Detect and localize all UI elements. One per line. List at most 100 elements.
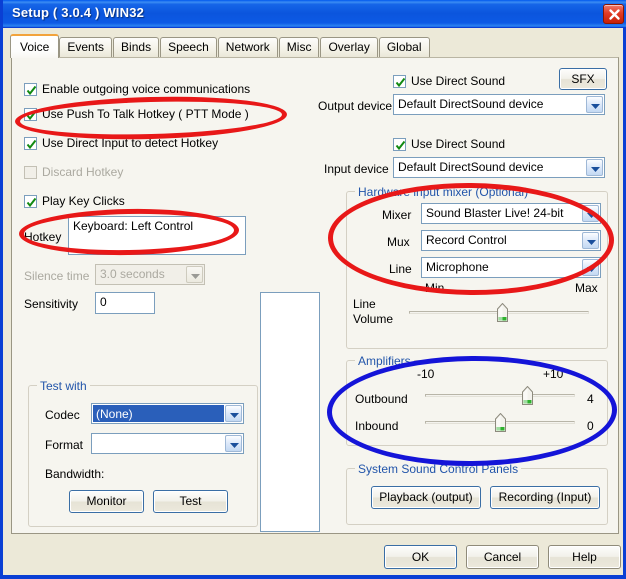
line-volume-label-1: Line — [353, 297, 376, 311]
format-label: Format — [45, 438, 84, 452]
slider-thumb[interactable] — [494, 412, 506, 432]
mixer-label: Mixer — [382, 208, 412, 222]
chevron-down-icon — [586, 159, 603, 176]
slider-track — [425, 394, 575, 397]
checkbox-box — [393, 75, 406, 88]
test-button[interactable]: Test — [153, 490, 228, 513]
tab-network[interactable]: Network — [217, 37, 278, 58]
tab-speech[interactable]: Speech — [160, 37, 217, 58]
amplifier-min-label: -10 — [417, 367, 435, 381]
line-volume-min-label: Min — [425, 281, 445, 295]
silence-time-label: Silence time — [24, 269, 90, 283]
chevron-down-icon — [582, 205, 599, 222]
output-device-combo[interactable]: Default DirectSound device — [393, 94, 605, 115]
checkbox-label: Use Direct Sound — [411, 137, 506, 151]
sensitivity-input[interactable]: 0 — [95, 292, 155, 314]
amplifiers-caption: Amplifiers — [355, 354, 414, 368]
output-device-value: Default DirectSound device — [398, 97, 544, 111]
voice-tab-page: Enable outgoing voice communications Use… — [11, 57, 619, 534]
checkbox-box — [24, 166, 37, 179]
outbound-value: 4 — [587, 392, 594, 406]
line-label: Line — [389, 262, 412, 276]
chevron-down-icon — [586, 96, 603, 113]
input-device-value: Default DirectSound device — [398, 160, 544, 174]
test-with-group: Test with Codec (None) Format Bandwidth:… — [28, 379, 258, 527]
amplifier-max-label: +10 — [543, 367, 564, 381]
close-icon[interactable] — [603, 4, 624, 24]
silence-time-combo: 3.0 seconds — [95, 264, 205, 285]
sensitivity-label: Sensitivity — [24, 297, 79, 311]
voice-activity-listbox[interactable] — [260, 292, 320, 532]
tab-misc[interactable]: Misc — [278, 37, 320, 58]
hardware-input-mixer-group: Hardware input mixer (Optional) Mixer So… — [346, 185, 608, 349]
sensitivity-value: 0 — [100, 295, 107, 309]
hotkey-label: Hotkey — [24, 230, 62, 244]
chevron-down-icon — [582, 259, 599, 276]
slider-thumb[interactable] — [496, 302, 508, 322]
bandwidth-label: Bandwidth: — [45, 467, 105, 481]
inbound-value: 0 — [587, 419, 594, 433]
checkbox-box — [393, 138, 406, 151]
hotkey-input[interactable]: Keyboard: Left Control — [68, 216, 246, 255]
slider-thumb[interactable] — [522, 385, 534, 405]
system-sound-control-panels-group: System Sound Control Panels Playback (ou… — [346, 462, 608, 525]
tab-voice[interactable]: Voice — [10, 34, 60, 58]
outbound-slider[interactable] — [425, 385, 575, 405]
mixer-combo[interactable]: Sound Blaster Live! 24-bit — [421, 203, 601, 224]
help-button[interactable]: Help — [548, 545, 621, 569]
mixer-value: Sound Blaster Live! 24-bit — [426, 206, 564, 220]
silence-time-value: 3.0 seconds — [100, 267, 165, 281]
checkbox-box — [24, 195, 37, 208]
chevron-down-icon — [225, 405, 242, 422]
line-volume-slider[interactable] — [409, 302, 589, 322]
line-value: Microphone — [426, 260, 489, 274]
ok-button[interactable]: OK — [384, 545, 457, 569]
chevron-down-icon — [225, 435, 242, 452]
monitor-button[interactable]: Monitor — [69, 490, 144, 513]
inbound-label: Inbound — [355, 419, 399, 433]
title-bar: Setup ( 3.0.4 ) WIN32 — [3, 0, 626, 28]
checkbox-label: Use Direct Sound — [411, 74, 506, 88]
checkbox-box — [24, 83, 37, 96]
codec-value: (None) — [93, 405, 224, 422]
chevron-down-icon — [186, 266, 203, 283]
window-title: Setup ( 3.0.4 ) WIN32 — [12, 5, 145, 20]
cancel-button[interactable]: Cancel — [466, 545, 539, 569]
tab-binds[interactable]: Binds — [113, 37, 160, 58]
chevron-down-icon — [582, 232, 599, 249]
test-with-caption: Test with — [37, 379, 90, 393]
mux-value: Record Control — [426, 233, 507, 247]
line-combo[interactable]: Microphone — [421, 257, 601, 278]
line-volume-max-label: Max — [575, 281, 598, 295]
output-device-label: Output device — [318, 99, 393, 113]
sfx-button[interactable]: SFX — [559, 68, 607, 90]
checkbox-box — [24, 137, 37, 150]
codec-label: Codec — [45, 408, 80, 422]
hardware-mixer-caption: Hardware input mixer (Optional) — [355, 185, 532, 199]
checkbox-label: Use Push To Talk Hotkey ( PTT Mode ) — [42, 107, 249, 121]
codec-combo[interactable]: (None) — [91, 403, 244, 424]
checkbox-label: Use Direct Input to detect Hotkey — [42, 136, 219, 150]
recording-input-button[interactable]: Recording (Input) — [490, 486, 600, 509]
setup-window: Setup ( 3.0.4 ) WIN32 Voice Events Binds Sp… — [0, 0, 626, 579]
input-device-label: Input device — [324, 162, 389, 176]
format-combo[interactable] — [91, 433, 244, 454]
amplifiers-group: Amplifiers -10 +10 Outbound 4 Inbound 0 — [346, 354, 608, 446]
mux-label: Mux — [387, 235, 410, 249]
tab-global[interactable]: Global — [378, 37, 430, 58]
tab-events[interactable]: Events — [59, 37, 113, 58]
tab-strip: Voice Events Binds Speech Network Misc Overlay… — [10, 34, 431, 58]
system-panels-caption: System Sound Control Panels — [355, 462, 522, 476]
line-volume-label-2: Volume — [353, 312, 394, 326]
input-device-combo[interactable]: Default DirectSound device — [393, 157, 605, 178]
hotkey-value: Keyboard: Left Control — [73, 219, 194, 233]
tab-overlay[interactable]: Overlay — [320, 37, 378, 58]
outbound-label: Outbound — [355, 392, 408, 406]
checkbox-box — [24, 108, 37, 121]
playback-output-button[interactable]: Playback (output) — [371, 486, 481, 509]
mux-combo[interactable]: Record Control — [421, 230, 601, 251]
checkbox-label: Discard Hotkey — [42, 165, 124, 179]
inbound-slider[interactable] — [425, 412, 575, 432]
checkbox-label: Play Key Clicks — [42, 194, 125, 208]
checkbox-label: Enable outgoing voice communications — [42, 82, 251, 96]
